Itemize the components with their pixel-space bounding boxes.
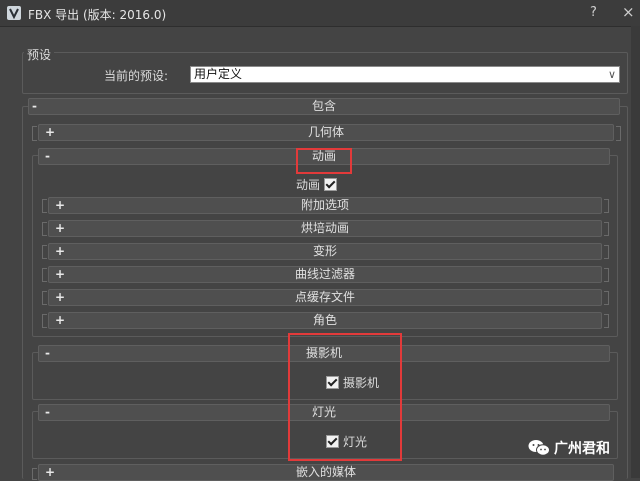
expand-icon: +: [55, 313, 66, 327]
bracket-right: [604, 314, 609, 328]
expand-icon: +: [55, 267, 66, 281]
animation-checkbox-row[interactable]: 动画: [296, 176, 341, 193]
bracket-right: [604, 199, 609, 213]
bake-animation-label: 烘培动画: [300, 221, 349, 235]
curve-filter-label: 曲线过滤器: [294, 267, 355, 281]
wechat-watermark: 广州君和: [528, 438, 610, 461]
character-rollout[interactable]: + 角色: [48, 312, 602, 329]
bracket-right: [604, 245, 609, 259]
animation-checkbox[interactable]: [324, 178, 338, 191]
max-app-icon: [6, 5, 22, 21]
bracket-right: [604, 268, 609, 282]
bracket-right: [604, 291, 609, 305]
current-preset-label: 当前的预设:: [104, 69, 169, 83]
bracket-left: [32, 468, 37, 480]
wechat-icon: [528, 439, 550, 461]
deformation-rollout[interactable]: + 变形: [48, 243, 602, 260]
expand-icon: +: [45, 125, 56, 139]
expand-icon: +: [55, 290, 66, 304]
bracket-left: [42, 291, 47, 305]
watermark-text: 广州君和: [554, 441, 610, 457]
bracket-left: [42, 245, 47, 259]
bracket-left: [42, 199, 47, 213]
collapse-icon: -: [45, 149, 50, 163]
bracket-right: [604, 222, 609, 236]
include-title: 包含: [311, 99, 336, 113]
point-cache-rollout[interactable]: + 点缓存文件: [48, 289, 602, 306]
bracket-left: [42, 314, 47, 328]
deformation-label: 变形: [312, 244, 337, 258]
window-right-edge: [631, 26, 640, 478]
collapse-icon: -: [45, 405, 50, 419]
preset-group-title: 预设: [24, 46, 55, 63]
embedded-media-rollout[interactable]: + 嵌入的媒体: [38, 464, 614, 481]
character-label: 角色: [312, 313, 337, 327]
expand-icon: +: [55, 198, 66, 212]
point-cache-label: 点缓存文件: [294, 290, 355, 304]
close-button[interactable]: ×: [622, 3, 635, 21]
bracket-left: [42, 222, 47, 236]
animation-highlight-box: [296, 148, 352, 174]
animation-checkbox-label: 动画: [296, 178, 321, 192]
geometry-label: 几何体: [307, 125, 344, 139]
window-title: FBX 导出 (版本: 2016.0): [28, 8, 167, 22]
include-rollout-header[interactable]: - 包含: [28, 98, 620, 115]
collapse-icon: -: [45, 346, 50, 360]
curve-filter-rollout[interactable]: + 曲线过滤器: [48, 266, 602, 283]
bracket-left: [42, 268, 47, 282]
bake-animation-rollout[interactable]: + 烘培动画: [48, 220, 602, 237]
chevron-down-icon: ∨: [607, 68, 616, 81]
title-bar: FBX 导出 (版本: 2016.0) ? ×: [0, 0, 640, 27]
embedded-media-label: 嵌入的媒体: [295, 465, 356, 479]
extra-options-label: 附加选项: [300, 198, 349, 212]
geometry-rollout[interactable]: + 几何体: [38, 124, 614, 141]
current-preset-value: 用户定义: [194, 67, 243, 81]
expand-icon: +: [55, 221, 66, 235]
bracket-left: [32, 126, 37, 141]
bracket-right: [616, 126, 621, 141]
current-preset-dropdown[interactable]: 用户定义 ∨: [190, 66, 620, 83]
collapse-icon: -: [32, 99, 37, 113]
expand-icon: +: [55, 244, 66, 258]
help-button[interactable]: ?: [590, 5, 597, 20]
extra-options-rollout[interactable]: + 附加选项: [48, 197, 602, 214]
camera-light-highlight-box: [288, 333, 402, 461]
